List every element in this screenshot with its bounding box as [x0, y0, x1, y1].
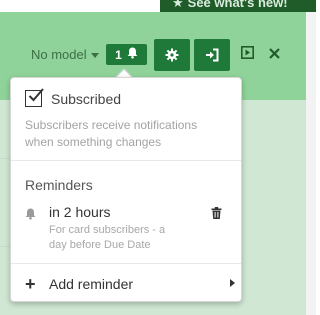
model-select-label: No model [31, 47, 87, 62]
reminder-description: For card subscribers - a day before Due … [49, 224, 166, 251]
add-reminder-row[interactable]: + Add reminder [25, 275, 235, 293]
trash-icon[interactable] [211, 206, 222, 224]
whats-new-banner[interactable]: ★ See what's new! [160, 0, 316, 12]
whats-new-label: See what's new! [187, 0, 288, 10]
caret-down-icon [90, 53, 99, 59]
subscribed-description: Subscribers receive notifications when s… [25, 118, 198, 149]
add-reminder-label: Add reminder [49, 276, 134, 292]
subscribers-button[interactable]: 1 [106, 44, 147, 65]
gear-icon [165, 48, 179, 62]
star-icon: ★ [172, 0, 184, 10]
right-edge [306, 12, 316, 315]
checkmark-icon [28, 88, 44, 102]
bell-icon [25, 207, 36, 225]
subscription-popover: Subscribed Subscribers receive notificat… [10, 77, 242, 302]
sign-in-icon [205, 48, 219, 62]
enter-button[interactable] [194, 39, 230, 71]
caret-right-icon [230, 279, 235, 287]
divider [11, 263, 241, 264]
play-icon [240, 46, 254, 64]
subscribed-checkbox-row[interactable]: Subscribed [25, 88, 122, 107]
model-select[interactable]: No model [31, 47, 99, 62]
subscribed-label: Subscribed [51, 90, 122, 107]
close-button[interactable] [265, 46, 283, 64]
reminders-heading: Reminders [25, 177, 93, 193]
reminder-title: in 2 hours [49, 204, 111, 220]
subscribed-checkbox[interactable] [25, 88, 44, 107]
bell-icon [127, 47, 138, 62]
subscriber-count: 1 [115, 47, 122, 62]
settings-button[interactable] [154, 39, 190, 71]
plus-icon: + [25, 274, 36, 294]
close-icon [268, 46, 280, 64]
play-button[interactable] [238, 46, 256, 64]
divider [11, 160, 241, 161]
